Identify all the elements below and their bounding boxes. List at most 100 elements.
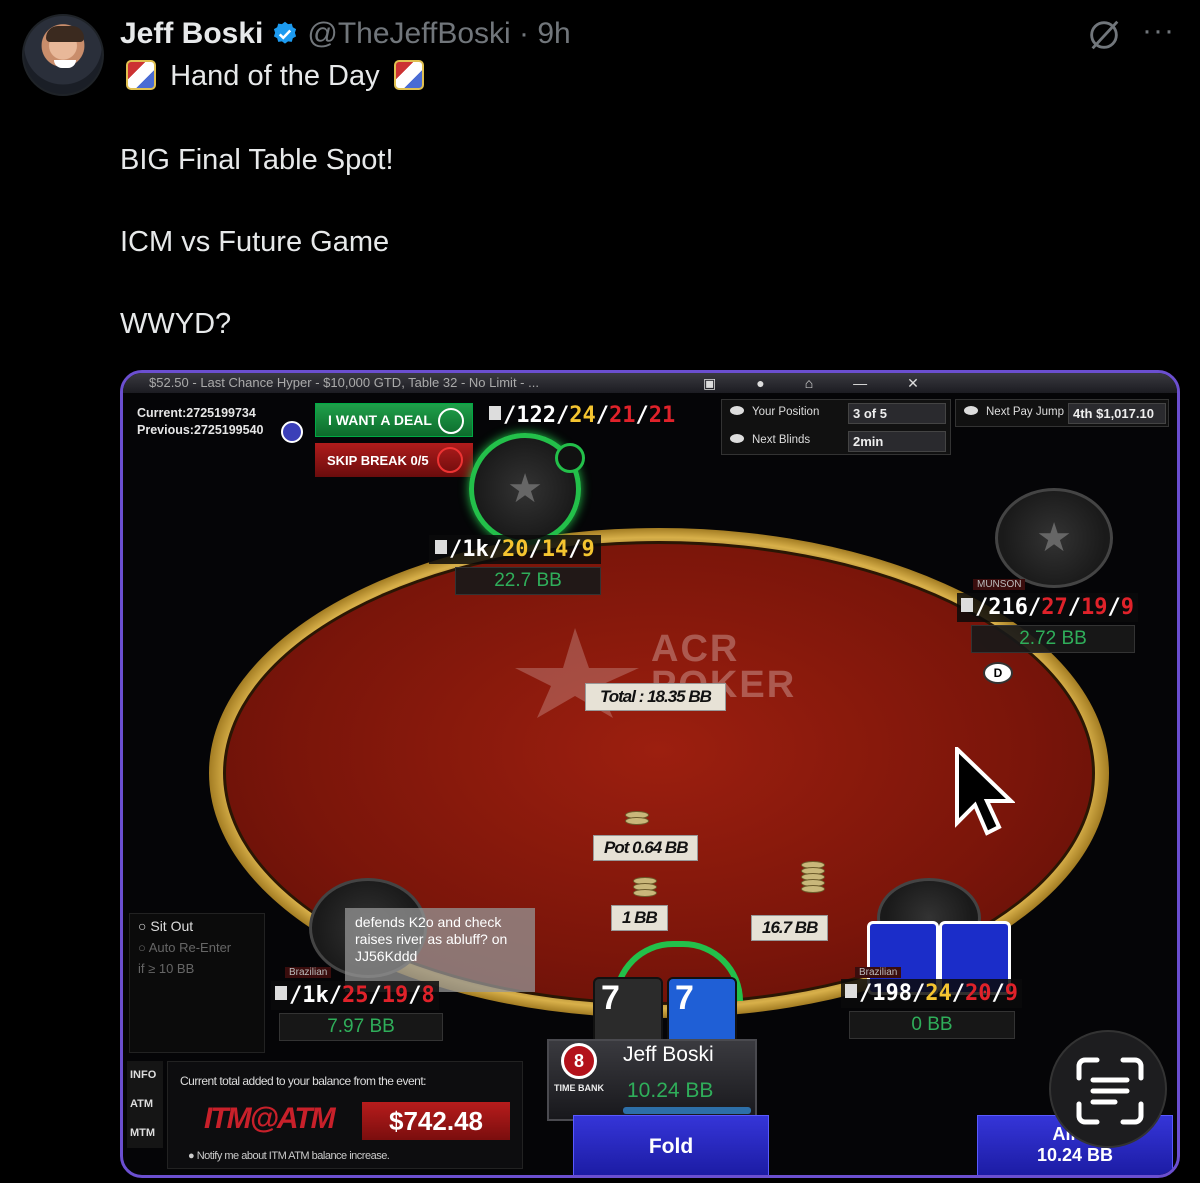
itm-amount: $742.48 [362, 1102, 510, 1140]
stack-left: 7.97 BB [279, 1013, 443, 1041]
time-bank-label: TIME BANK [554, 1083, 604, 1093]
tweet-line-1: Hand of the Day [120, 60, 430, 93]
jester-emoji-icon [393, 60, 424, 90]
hud-stats-right[interactable]: /216/27/19/9 [957, 593, 1138, 622]
grok-icon[interactable] [1085, 16, 1123, 54]
more-options-icon[interactable]: ··· [1142, 14, 1175, 48]
settings-icon[interactable]: ▣ [703, 375, 716, 392]
close-icon[interactable]: ✕ [907, 375, 919, 392]
stack-bottom-right: 0 BB [849, 1011, 1015, 1039]
tab-info[interactable]: INFO [130, 1061, 163, 1090]
author-row: Jeff Boski @TheJeffBoski · 9h [120, 16, 571, 52]
eye-icon[interactable] [730, 434, 744, 443]
position-info-panel: Your Position 3 of 5 Next Blinds 2min [721, 399, 951, 455]
hero-bet-label: 1 BB [611, 905, 668, 931]
player-note-callout: defends K2o and check raises river as ab… [345, 908, 535, 992]
star-avatar-icon: ★ [507, 467, 543, 511]
note-icon [275, 986, 287, 1000]
stack-top: 22.7 BB [455, 567, 601, 595]
mouse-cursor-icon [955, 747, 1015, 836]
want-deal-label: I WANT A DEAL [328, 412, 432, 428]
pot-chips-icon [625, 811, 649, 825]
all-in-amount: 10.24 BB [1036, 1145, 1114, 1165]
previous-hand-id[interactable]: Previous:2725199540 [137, 422, 263, 439]
time-bank[interactable]: 8 TIME BANK [553, 1041, 605, 1113]
avatar-smile [54, 60, 76, 68]
tab-atm[interactable]: ATM [130, 1090, 163, 1119]
hand-ids: Current:2725199734 Previous:2725199540 [137, 405, 263, 439]
sit-out-panel: ○ Sit Out ○ Auto Re-Enter if ≥ 10 BB [129, 913, 265, 1053]
author-name[interactable]: Jeff Boski [120, 17, 263, 51]
hero-stack: 10.24 BB [627, 1079, 714, 1102]
total-pot-box: Total : 18.35 BB [585, 683, 726, 711]
skip-break-label: SKIP BREAK 0/5 [327, 452, 429, 468]
next-pay-jump-value: 4th $1,017.10 [1068, 403, 1166, 424]
tweet-line-3: ICM vs Future Game [120, 226, 390, 258]
itm-atm-logo: ITM@ATM [204, 1102, 336, 1135]
hud-stats-bottom-right[interactable]: /198/24/20/9 [841, 979, 1022, 1008]
seat-name-bottom-right: Brazilian [855, 967, 902, 978]
auto-reenter-checkbox[interactable]: ○ Auto Re-Enter [138, 940, 256, 955]
your-position-label: Your Position [730, 406, 819, 418]
dealer-button: D [983, 662, 1013, 684]
current-hand-id: Current:2725199734 [137, 406, 256, 420]
fold-button[interactable]: Fold [573, 1115, 769, 1175]
author-avatar[interactable] [22, 14, 104, 96]
hud-stats-top-seat[interactable]: /122/24/21/21 [489, 403, 675, 428]
titlebar-icons: ▣ ● ⌂ — ✕ [703, 375, 919, 392]
note-icon [435, 540, 447, 554]
tweet-media-image[interactable]: $52.50 - Last Chance Hyper - $10,000 GTD… [120, 370, 1180, 1178]
next-blinds-label: Next Blinds [730, 434, 810, 446]
reenter-threshold[interactable]: if ≥ 10 BB [138, 961, 256, 976]
eye-icon[interactable] [964, 406, 978, 415]
eye-icon[interactable] [730, 406, 744, 415]
hero-card-2-rank: 7 [675, 979, 694, 1017]
itm-notify-checkbox[interactable]: ● Notify me about ITM ATM balance increa… [188, 1150, 390, 1162]
want-deal-button[interactable]: I WANT A DEAL [315, 403, 473, 437]
stack-right: 2.72 BB [971, 625, 1135, 653]
client-titlebar: $52.50 - Last Chance Hyper - $10,000 GTD… [123, 373, 1177, 393]
right-bet-chips-icon [801, 861, 825, 893]
live-text-button[interactable] [1049, 1030, 1167, 1148]
sit-out-checkbox[interactable]: ○ Sit Out [138, 918, 256, 934]
client-title: $52.50 - Last Chance Hyper - $10,000 GTD… [149, 375, 539, 390]
side-tabs: INFO ATM MTM [127, 1061, 163, 1148]
tab-mtm[interactable]: MTM [130, 1119, 163, 1148]
note-icon [845, 984, 857, 998]
time-bank-count: 8 [561, 1043, 597, 1079]
seat-avatar-right[interactable]: ★ [995, 488, 1113, 588]
info-icon[interactable]: ● [756, 375, 764, 392]
hud-stats-left[interactable]: /1k/25/19/8 [271, 981, 439, 1010]
hero-name: Jeff Boski [623, 1043, 714, 1066]
ring-icon [437, 447, 463, 473]
share-icon[interactable] [281, 421, 303, 443]
skip-break-button[interactable]: SKIP BREAK 0/5 [315, 443, 473, 477]
hud-stats-top[interactable]: /1k/20/14/9 [429, 535, 601, 564]
itm-title: Current total added to your balance from… [180, 1074, 427, 1088]
tweet-line-2: BIG Final Table Spot! [120, 144, 394, 176]
verified-badge-icon [274, 21, 297, 44]
hero-bet-chips-icon [633, 877, 657, 897]
hero-timer-bar [623, 1107, 751, 1114]
jester-emoji-icon [126, 60, 156, 90]
star-avatar-icon: ★ [1036, 516, 1072, 560]
next-blinds-value: 2min [848, 431, 946, 452]
seat-name-right: MUNSON [973, 579, 1026, 590]
tweet-line-1-text: Hand of the Day [170, 60, 380, 92]
note-icon [961, 598, 973, 612]
avatar-hair [46, 26, 84, 42]
pay-jump-panel: Next Pay Jump 4th $1,017.10 [955, 399, 1169, 427]
seat-name-left: Brazilian [285, 967, 332, 978]
text-scan-icon [1076, 1057, 1144, 1125]
minimize-icon[interactable]: — [853, 375, 867, 392]
hero-card-1-rank: 7 [601, 979, 620, 1017]
right-bet-label: 16.7 BB [751, 915, 829, 941]
next-pay-jump-label: Next Pay Jump [964, 406, 1064, 418]
author-handle-time[interactable]: @TheJeffBoski · 9h [307, 17, 570, 51]
checkmark-icon [555, 443, 585, 473]
pot-label: Pot 0.64 BB [593, 835, 699, 861]
lobby-icon[interactable]: ⌂ [805, 375, 813, 392]
tweet-line-4: WWYD? [120, 308, 232, 340]
your-position-value: 3 of 5 [848, 403, 946, 424]
logo-line-1: ACR [651, 628, 740, 670]
